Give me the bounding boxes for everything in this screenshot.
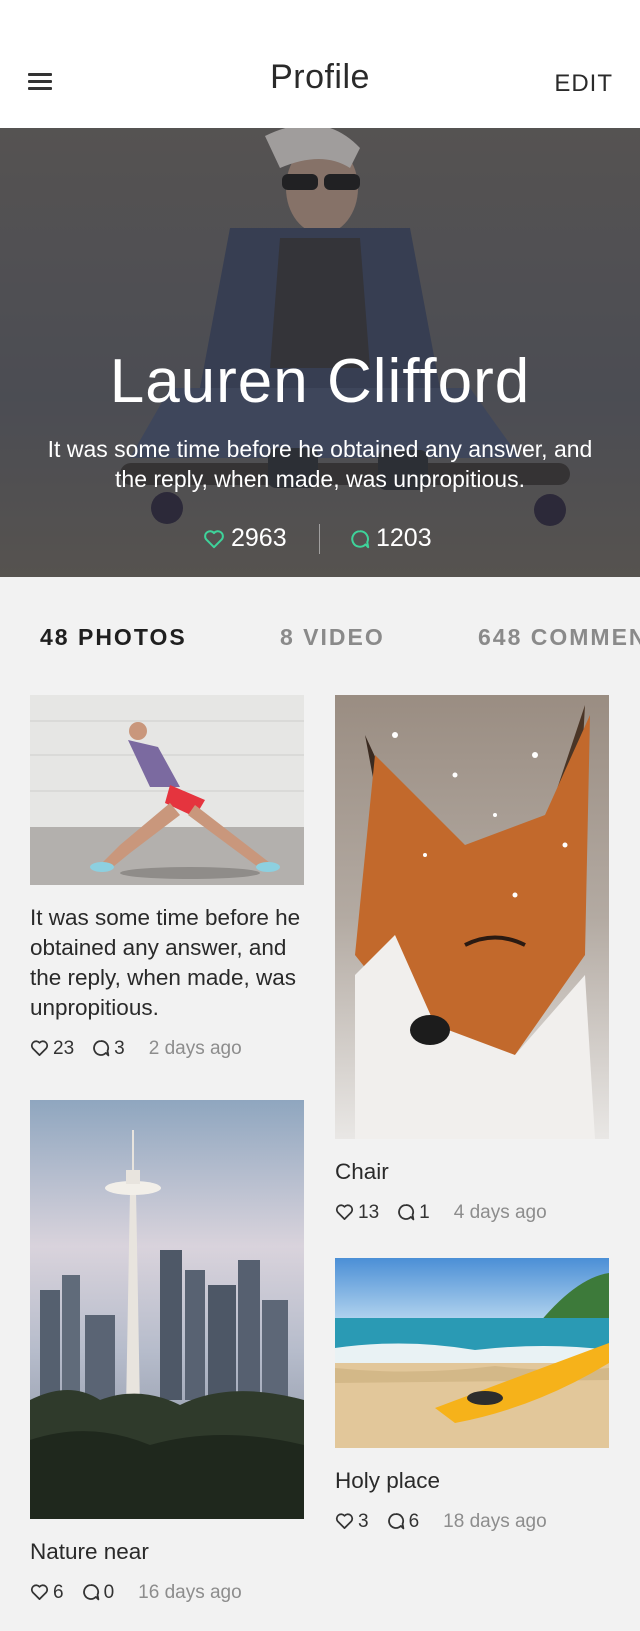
profile-stats: 2963 1203 [0,520,640,560]
post-title[interactable]: Holy place [335,1466,609,1496]
post-card[interactable]: Holy place 3 6 18 days ago [335,1258,609,1536]
tab-video[interactable]: 8 VIDEO [280,624,385,651]
profile-hero: Lauren Clifford It was some time before … [0,128,640,577]
heart-icon [335,1513,354,1529]
post-image-snowy-fox[interactable] [335,695,609,1139]
post-card[interactable]: Chair 13 1 4 days ago [335,695,609,1227]
post-likes-count: 6 [53,1582,64,1603]
comment-icon [82,1584,99,1601]
post-comments[interactable]: 1 [397,1199,430,1227]
post-title[interactable]: Chair [335,1157,609,1187]
comment-icon [398,1204,415,1221]
profile-likes-stat[interactable]: 2963 [203,520,287,556]
post-comments-count: 0 [103,1582,115,1603]
profile-comments-stat[interactable]: 1203 [350,520,432,556]
heart-icon [30,1584,49,1600]
post-comments[interactable]: 0 [82,1579,115,1607]
comment-icon [387,1513,404,1530]
content-tabs: 48 PHOTOS 8 VIDEO 648 COMMENTS [0,577,640,673]
post-comments[interactable]: 3 [92,1035,125,1063]
post-likes-count: 13 [358,1202,380,1223]
heart-icon [335,1204,354,1220]
post-meta: 23 3 2 days ago [30,1035,304,1063]
post-card[interactable]: Nature near 6 0 16 days ago [30,1100,304,1607]
heart-icon [30,1040,49,1056]
heart-icon [204,530,224,549]
profile-comments-count: 1203 [376,524,432,552]
profile-name: Lauren Clifford [109,347,531,416]
post-comments-count: 6 [408,1511,420,1532]
edit-button[interactable]: EDIT [554,70,613,98]
post-timestamp: 16 days ago [138,1582,242,1603]
post-likes[interactable]: 23 [30,1035,74,1063]
post-timestamp: 2 days ago [148,1038,242,1059]
page-title: Profile [270,58,370,96]
tab-comments[interactable]: 648 COMMENTS [478,624,640,651]
post-timestamp: 18 days ago [443,1511,547,1532]
post-likes[interactable]: 13 [335,1199,379,1227]
post-likes[interactable]: 3 [335,1508,369,1536]
post-likes-count: 3 [358,1511,369,1532]
profile-likes-count: 2963 [231,524,287,552]
post-image-woman-stretching[interactable] [30,695,304,885]
tab-photos[interactable]: 48 PHOTOS [40,624,187,651]
post-meta: 3 6 18 days ago [335,1508,609,1536]
comment-icon [93,1040,110,1057]
post-title[interactable]: Nature near [30,1537,304,1567]
post-card[interactable]: It was some time before he obtained any … [30,695,304,1063]
post-title[interactable]: It was some time before he obtained any … [30,903,304,1023]
post-comments[interactable]: 6 [387,1508,420,1536]
post-likes[interactable]: 6 [30,1579,64,1607]
post-timestamp: 4 days ago [453,1202,547,1223]
top-bar: Profile EDIT [0,0,640,128]
post-meta: 6 0 16 days ago [30,1579,304,1607]
post-comments-count: 3 [114,1038,125,1059]
post-likes-count: 23 [53,1038,75,1059]
profile-bio: It was some time before he obtained any … [47,436,593,492]
comment-icon [351,530,370,549]
post-meta: 13 1 4 days ago [335,1199,609,1227]
post-image-kayak-beach[interactable] [335,1258,609,1448]
post-comments-count: 1 [419,1202,430,1223]
stats-divider [319,524,320,554]
post-image-seattle-skyline[interactable] [30,1100,304,1519]
